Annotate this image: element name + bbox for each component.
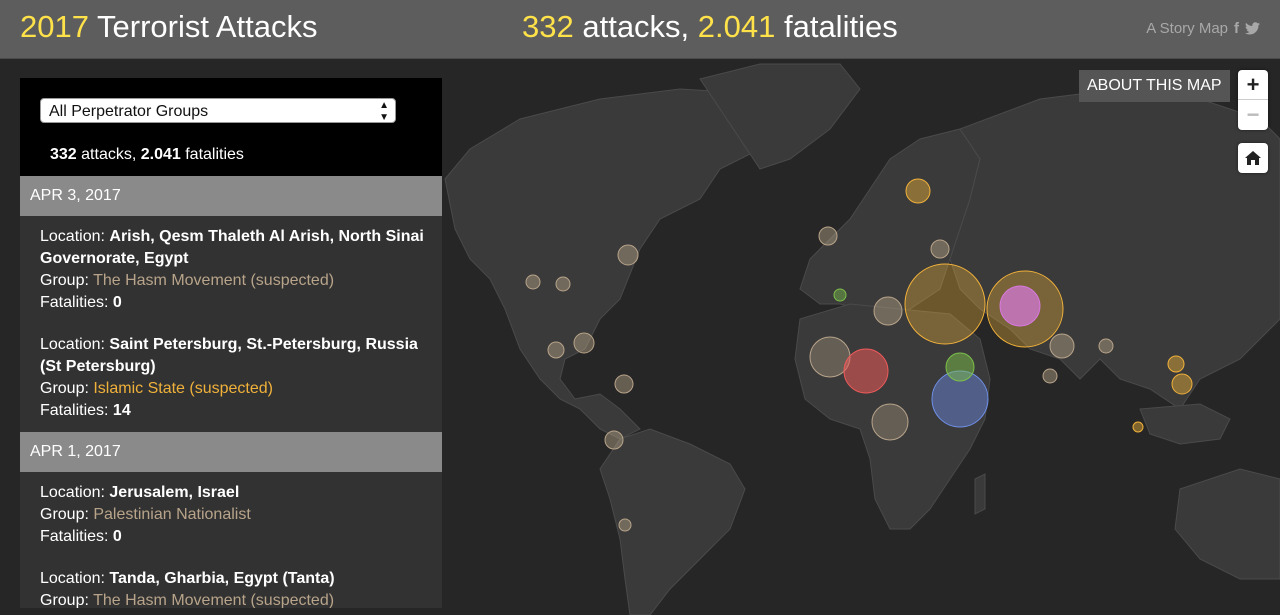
title-year: 2017 bbox=[20, 9, 89, 44]
asia-landmass bbox=[949, 88, 1280, 410]
australia-landmass bbox=[1174, 468, 1280, 580]
storymap-link[interactable]: A Story Map bbox=[1146, 20, 1228, 37]
madagascar-landmass bbox=[974, 473, 986, 515]
attack-marker[interactable] bbox=[873, 296, 903, 326]
panel-summary: 332 attacks, 2.041 fatalities bbox=[50, 146, 244, 164]
select-arrows-icon: ▲ ▼ bbox=[379, 100, 389, 123]
attack-marker[interactable] bbox=[618, 518, 632, 532]
attack-marker[interactable] bbox=[843, 348, 889, 394]
attack-marker[interactable] bbox=[1049, 333, 1075, 359]
location-label: Location: bbox=[40, 570, 110, 587]
location-value: Jerusalem, Israel bbox=[109, 484, 240, 501]
attack-marker[interactable] bbox=[525, 274, 541, 290]
home-button[interactable] bbox=[1238, 143, 1268, 173]
page-title: 2017 Terrorist Attacks bbox=[20, 9, 318, 45]
summary-fatalities-label: fatalities bbox=[180, 146, 244, 163]
attack-marker[interactable] bbox=[904, 263, 986, 345]
attack-event[interactable]: Location: Saint Petersburg, St.-Petersbu… bbox=[20, 324, 442, 432]
panel-header: All Perpetrator Groups ▲ ▼ 332 attacks, 2… bbox=[20, 78, 442, 176]
attack-marker[interactable] bbox=[999, 285, 1041, 327]
attack-marker[interactable] bbox=[905, 178, 931, 204]
attack-marker[interactable] bbox=[945, 352, 975, 382]
fatalities-value: 0 bbox=[112, 294, 122, 311]
location-label: Location: bbox=[40, 336, 110, 353]
header-fatalities-label: fatalities bbox=[775, 9, 898, 44]
group-value: Palestinian Nationalist bbox=[93, 506, 251, 523]
attack-marker[interactable] bbox=[1098, 338, 1114, 354]
twitter-icon[interactable] bbox=[1245, 22, 1260, 35]
group-value: The Hasm Movement (suspected) bbox=[93, 272, 335, 289]
header-stats: 332 attacks, 2.041 fatalities bbox=[522, 9, 898, 45]
facebook-icon[interactable]: f bbox=[1234, 20, 1239, 37]
perpetrator-group-select[interactable]: All Perpetrator Groups ▲ ▼ bbox=[40, 98, 396, 123]
header-attacks-label: attacks, bbox=[573, 9, 698, 44]
group-value: The Hasm Movement (suspected) bbox=[93, 592, 335, 608]
title-text: Terrorist Attacks bbox=[88, 9, 318, 44]
summary-attacks: 332 bbox=[50, 146, 77, 163]
attacks-panel: All Perpetrator Groups ▲ ▼ 332 attacks, 2… bbox=[20, 78, 442, 608]
group-label: Group: bbox=[40, 272, 94, 289]
attack-marker[interactable] bbox=[555, 276, 571, 292]
attack-marker[interactable] bbox=[614, 374, 634, 394]
fatalities-value: 0 bbox=[112, 528, 122, 545]
storymap-links: A Story Map f bbox=[1146, 20, 1260, 37]
attack-marker[interactable] bbox=[1171, 373, 1193, 395]
attack-marker[interactable] bbox=[1042, 368, 1058, 384]
home-icon bbox=[1245, 151, 1261, 165]
fatalities-label: Fatalities: bbox=[40, 528, 113, 545]
attack-event[interactable]: Location: Tanda, Gharbia, Egypt (Tanta) … bbox=[20, 558, 442, 608]
zoom-control: + − bbox=[1238, 70, 1268, 130]
attack-marker[interactable] bbox=[818, 226, 838, 246]
date-header: APR 3, 2017 bbox=[20, 176, 442, 216]
fatalities-label: Fatalities: bbox=[40, 402, 113, 419]
attack-marker[interactable] bbox=[1132, 421, 1144, 433]
attack-marker[interactable] bbox=[871, 403, 909, 441]
attack-marker[interactable] bbox=[617, 244, 639, 266]
group-label: Group: bbox=[40, 380, 94, 397]
location-value: Tanda, Gharbia, Egypt (Tanta) bbox=[109, 570, 335, 587]
attack-event[interactable]: Location: Arish, Qesm Thaleth Al Arish, … bbox=[20, 216, 442, 324]
fatalities-label: Fatalities: bbox=[40, 294, 113, 311]
location-label: Location: bbox=[40, 484, 110, 501]
fatalities-value: 14 bbox=[112, 402, 131, 419]
zoom-in-button[interactable]: + bbox=[1238, 70, 1268, 100]
attack-marker[interactable] bbox=[930, 239, 950, 259]
date-header: APR 1, 2017 bbox=[20, 432, 442, 472]
attack-marker[interactable] bbox=[604, 430, 624, 450]
summary-fatalities: 2.041 bbox=[140, 146, 181, 163]
attack-marker[interactable] bbox=[833, 288, 847, 302]
attack-marker[interactable] bbox=[1167, 355, 1185, 373]
select-value: All Perpetrator Groups bbox=[49, 103, 209, 120]
zoom-out-button[interactable]: − bbox=[1238, 100, 1268, 130]
indonesia-landmass bbox=[1139, 403, 1231, 445]
attack-marker[interactable] bbox=[547, 341, 565, 359]
group-label: Group: bbox=[40, 506, 94, 523]
about-map-button[interactable]: ABOUT THIS MAP bbox=[1079, 70, 1230, 102]
header-attacks-count: 332 bbox=[522, 9, 574, 44]
summary-attacks-label: attacks, bbox=[76, 146, 141, 163]
location-label: Location: bbox=[40, 228, 110, 245]
header-bar: 2017 Terrorist Attacks 332 attacks, 2.04… bbox=[0, 0, 1280, 59]
attack-event[interactable]: Location: Jerusalem, Israel Group: Pales… bbox=[20, 472, 442, 558]
group-label: Group: bbox=[40, 592, 94, 608]
header-fatalities-count: 2.041 bbox=[697, 9, 776, 44]
group-value: Islamic State (suspected) bbox=[93, 380, 273, 397]
attack-marker[interactable] bbox=[573, 332, 595, 354]
